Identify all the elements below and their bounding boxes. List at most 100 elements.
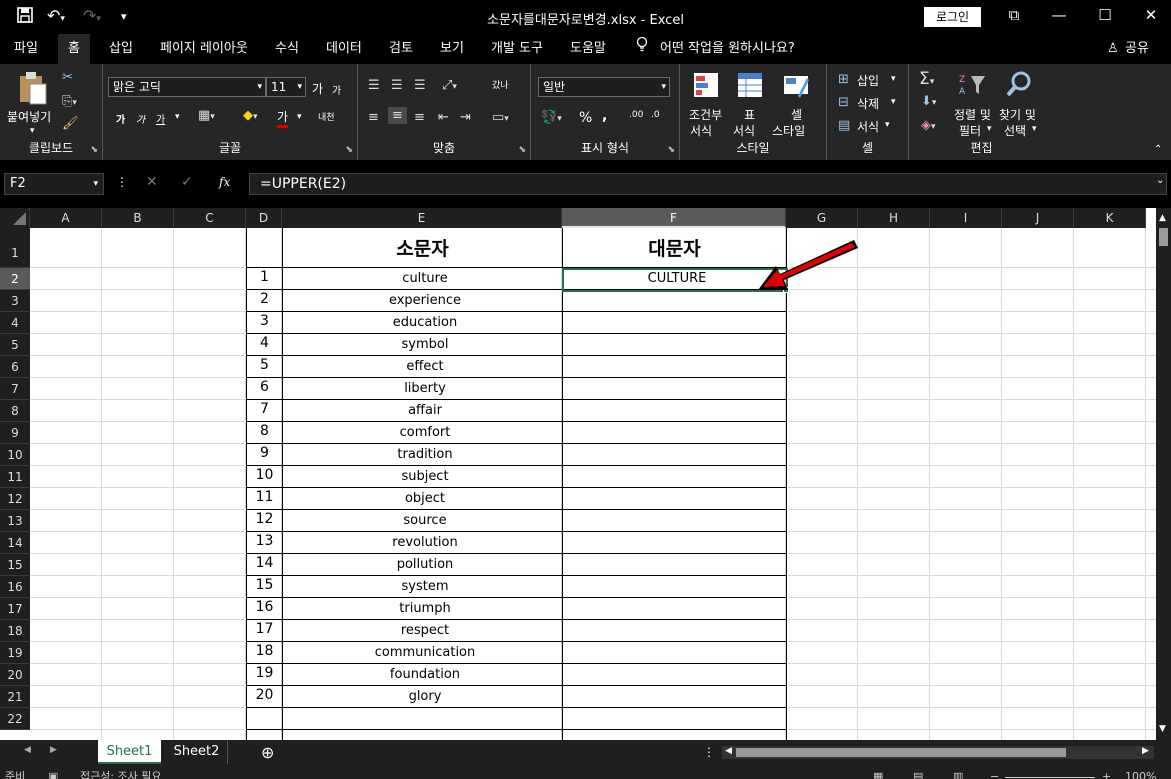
percent-button[interactable]: % — [579, 110, 592, 126]
number-cell[interactable]: 17 — [247, 621, 282, 637]
sheetbar-splitter-icon[interactable]: ⋮ — [703, 745, 715, 759]
autosum-icon[interactable]: Σ▾ — [919, 69, 934, 89]
delete-dropdown-icon[interactable]: ▾ — [891, 97, 896, 107]
clear-icon[interactable]: ◈▾ — [921, 118, 936, 133]
sheet-next-icon[interactable]: ▶ — [50, 745, 57, 755]
insert-cells-icon[interactable]: ⊞ — [838, 72, 849, 87]
increase-indent-icon[interactable]: ⇥ — [460, 110, 471, 125]
row-header-20[interactable]: 20 — [0, 664, 30, 686]
word-cell[interactable]: pollution — [283, 557, 567, 572]
format-cells-button[interactable]: 서식 — [857, 118, 879, 135]
font-launcher-icon[interactable]: ⬊ — [345, 145, 353, 155]
word-cell[interactable]: respect — [283, 623, 567, 638]
merge-center-icon[interactable]: ▭▾ — [492, 110, 509, 125]
select-all-corner[interactable] — [0, 208, 30, 228]
font-size-select[interactable]: 11 ▾ — [266, 77, 306, 97]
tab-file[interactable]: 파일 — [7, 34, 45, 64]
column-header-i[interactable]: I — [930, 208, 1002, 228]
sheet-prev-icon[interactable]: ◀ — [24, 745, 31, 755]
row-header-19[interactable]: 19 — [0, 642, 30, 664]
scroll-left-icon[interactable]: ◀ — [725, 746, 732, 756]
phonetic-button[interactable]: 내천 — [318, 110, 335, 123]
insert-cells-button[interactable]: 삽입 — [857, 72, 879, 89]
minimize-button[interactable]: — — [1039, 6, 1079, 24]
format-as-table-icon[interactable] — [737, 72, 763, 102]
number-cell[interactable]: 7 — [247, 401, 282, 417]
find-select-button[interactable]: 찾기 및 — [999, 106, 1036, 123]
row-header-14[interactable]: 14 — [0, 532, 30, 554]
column-header-c[interactable]: C — [174, 208, 246, 228]
tab-review[interactable]: 검토 — [382, 34, 420, 64]
shrink-font-button[interactable]: 가 — [332, 82, 341, 97]
tab-formulas[interactable]: 수식 — [268, 34, 306, 64]
number-cell[interactable]: 6 — [247, 379, 282, 395]
tab-view[interactable]: 보기 — [433, 34, 471, 64]
column-header-j[interactable]: J — [1002, 208, 1074, 228]
column-header-f[interactable]: F — [562, 208, 786, 228]
row-header-6[interactable]: 6 — [0, 356, 30, 378]
column-header-k[interactable]: K — [1074, 208, 1146, 228]
page-layout-view-icon[interactable]: ▤ — [913, 766, 923, 779]
row-header-2[interactable]: 2 — [0, 268, 30, 290]
formula-bar-options-icon[interactable]: ⋮ — [116, 175, 128, 189]
align-right-icon[interactable]: ≡ — [414, 110, 425, 125]
tell-me-search[interactable]: 어떤 작업을 원하시나요? — [653, 34, 802, 64]
word-cell[interactable]: tradition — [283, 447, 567, 462]
number-launcher-icon[interactable]: ⬊ — [667, 145, 675, 155]
decrease-indent-icon[interactable]: ⇤ — [438, 110, 449, 125]
scroll-right-icon[interactable]: ▶ — [1142, 746, 1149, 756]
login-button[interactable]: 로그인 — [924, 7, 981, 27]
align-bottom-icon[interactable]: ☰ — [414, 78, 426, 93]
format-as-table-button[interactable]: 표 — [744, 106, 755, 123]
row-header-22[interactable]: 22 — [0, 708, 30, 730]
fill-icon[interactable]: ⬇▾ — [921, 94, 936, 109]
word-cell[interactable]: experience — [283, 293, 567, 308]
tab-help[interactable]: 도움말 — [563, 34, 613, 64]
zoom-in-icon[interactable]: + — [1102, 766, 1111, 779]
cell-styles-sub[interactable]: 스타일 — [772, 122, 805, 139]
conditional-formatting-sub[interactable]: 서식 — [690, 122, 712, 139]
page-break-view-icon[interactable]: ▥ — [953, 766, 963, 779]
word-cell[interactable]: system — [283, 579, 567, 594]
number-cell[interactable]: 4 — [247, 335, 282, 351]
lightbulb-icon[interactable] — [628, 34, 656, 64]
accounting-format-icon[interactable]: 💱▾ — [541, 110, 562, 125]
tab-insert[interactable]: 삽입 — [102, 34, 140, 64]
insert-dropdown-icon[interactable]: ▾ — [891, 74, 896, 84]
cut-icon[interactable]: ✂ — [62, 70, 73, 85]
row-header-1[interactable]: 1 — [0, 228, 30, 268]
find-select-dropdown-icon[interactable]: ▾ — [1032, 124, 1037, 134]
row-header-10[interactable]: 10 — [0, 444, 30, 466]
tab-home[interactable]: 홈 — [58, 34, 90, 64]
conditional-formatting-button[interactable]: 조건부 — [689, 106, 722, 123]
row-header-13[interactable]: 13 — [0, 510, 30, 532]
word-cell[interactable]: object — [283, 491, 567, 506]
row-header-12[interactable]: 12 — [0, 488, 30, 510]
word-cell[interactable]: affair — [283, 403, 567, 418]
word-cell[interactable]: triumph — [283, 601, 567, 616]
word-cell[interactable]: glory — [283, 689, 567, 704]
name-box[interactable]: F2 ▾ — [4, 173, 104, 195]
column-header-h[interactable]: H — [858, 208, 930, 228]
cell-styles-button[interactable]: 셀 — [791, 106, 802, 123]
underline-dropdown-icon[interactable]: ▾ — [175, 112, 180, 122]
font-color-button[interactable]: 가 — [277, 108, 289, 128]
number-cell[interactable]: 18 — [247, 643, 282, 659]
delete-cells-icon[interactable]: ⊟ — [838, 95, 849, 110]
normal-view-icon[interactable]: ▦ — [873, 766, 883, 779]
word-cell[interactable]: source — [283, 513, 567, 528]
scroll-up-icon[interactable]: ▲ — [1159, 213, 1166, 223]
row-header-18[interactable]: 18 — [0, 620, 30, 642]
paste-dropdown-icon[interactable]: ▾ — [30, 126, 35, 136]
number-cell[interactable]: 20 — [247, 687, 282, 703]
number-cell[interactable]: 19 — [247, 665, 282, 681]
italic-button[interactable]: 가 — [136, 111, 145, 126]
clipboard-launcher-icon[interactable]: ⬊ — [90, 145, 98, 155]
number-cell[interactable]: 9 — [247, 445, 282, 461]
number-cell[interactable]: 14 — [247, 555, 282, 571]
number-cell[interactable]: 2 — [247, 291, 282, 307]
zoom-slider[interactable] — [1005, 766, 1095, 778]
increase-decimal-icon[interactable]: .00 — [629, 110, 643, 120]
column-header-a[interactable]: A — [30, 208, 102, 228]
number-format-select[interactable]: 일반 ▾ — [538, 77, 670, 97]
